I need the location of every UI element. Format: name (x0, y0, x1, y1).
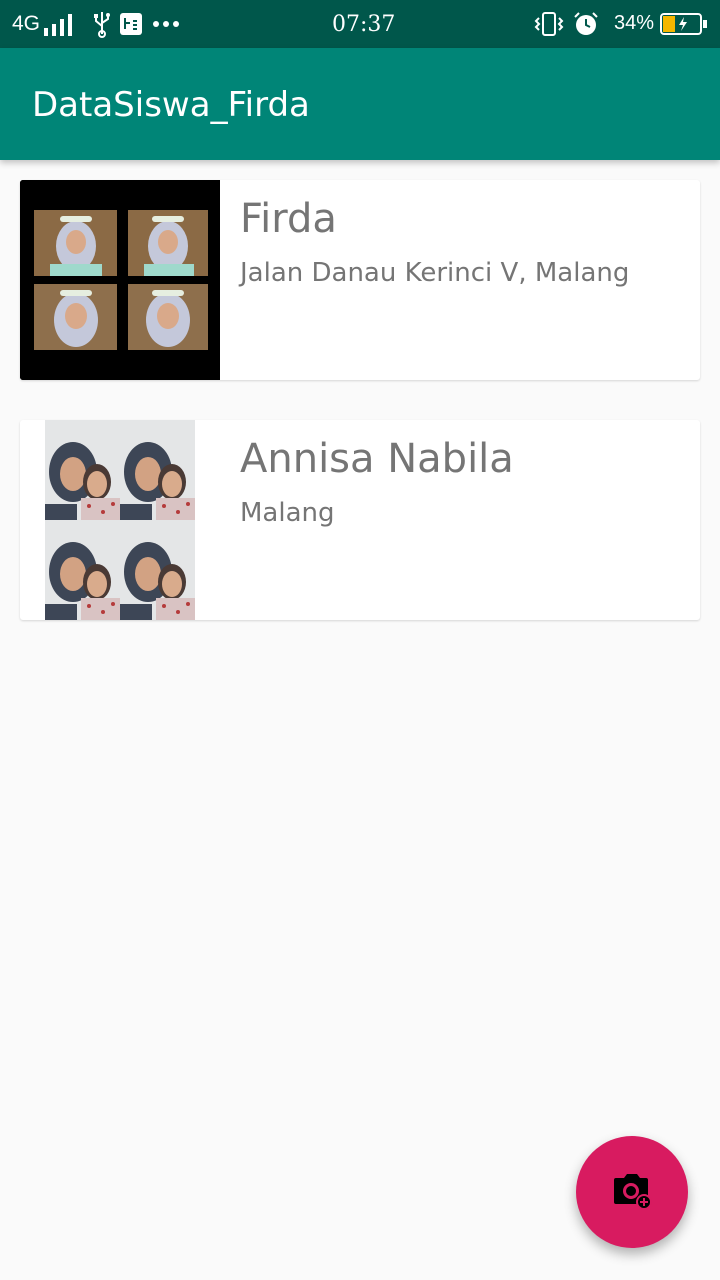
student-photo (20, 180, 220, 380)
student-name: Annisa Nabila (240, 436, 514, 482)
clock: 07:37 (332, 12, 396, 37)
student-name: Firda (240, 196, 337, 242)
student-card[interactable]: Annisa Nabila Malang (20, 420, 700, 620)
usb-icon (94, 12, 110, 38)
camera-add-icon (614, 1174, 652, 1210)
battery-icon (660, 13, 707, 35)
more-icon (153, 21, 179, 27)
photo-collage (45, 420, 195, 620)
student-address: Jalan Danau Kerinci V, Malang (240, 258, 630, 288)
network-type: 4G (12, 12, 41, 35)
student-photo (45, 420, 195, 620)
status-bar: 4G 07:37 34% (0, 0, 720, 48)
app-title: DataSiswa_Firda (32, 85, 310, 125)
student-address: Malang (240, 498, 335, 528)
notification-icon (120, 13, 142, 35)
app-bar: DataSiswa_Firda (0, 48, 720, 160)
battery-percent: 34% (614, 12, 655, 34)
student-card[interactable]: Firda Jalan Danau Kerinci V, Malang (20, 180, 700, 380)
photo-collage (20, 180, 220, 380)
vibrate-icon (534, 12, 564, 36)
signal-icon (44, 14, 72, 36)
add-photo-fab[interactable] (576, 1136, 688, 1248)
alarm-icon (574, 12, 598, 35)
